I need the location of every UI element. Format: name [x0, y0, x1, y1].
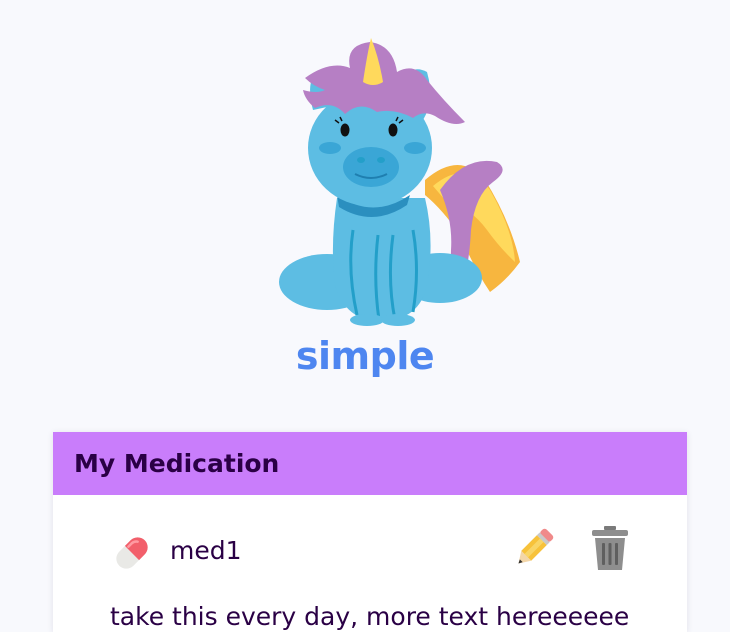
pill-icon [116, 537, 148, 569]
medication-card-title: My Medication [74, 449, 280, 478]
medication-notes: take this every day, more text hereeeeee [110, 602, 630, 631]
medication-name: med1 [170, 536, 242, 565]
pet-name: simple [295, 334, 435, 378]
medication-row: med1 take this every day, more text here… [53, 495, 687, 631]
pencil-icon[interactable] [510, 524, 558, 572]
medication-card: My Medication med1 take this every day, … [53, 432, 687, 632]
trash-icon[interactable] [587, 524, 633, 572]
unicorn-mascot [279, 38, 520, 326]
medication-card-header: My Medication [53, 432, 687, 495]
